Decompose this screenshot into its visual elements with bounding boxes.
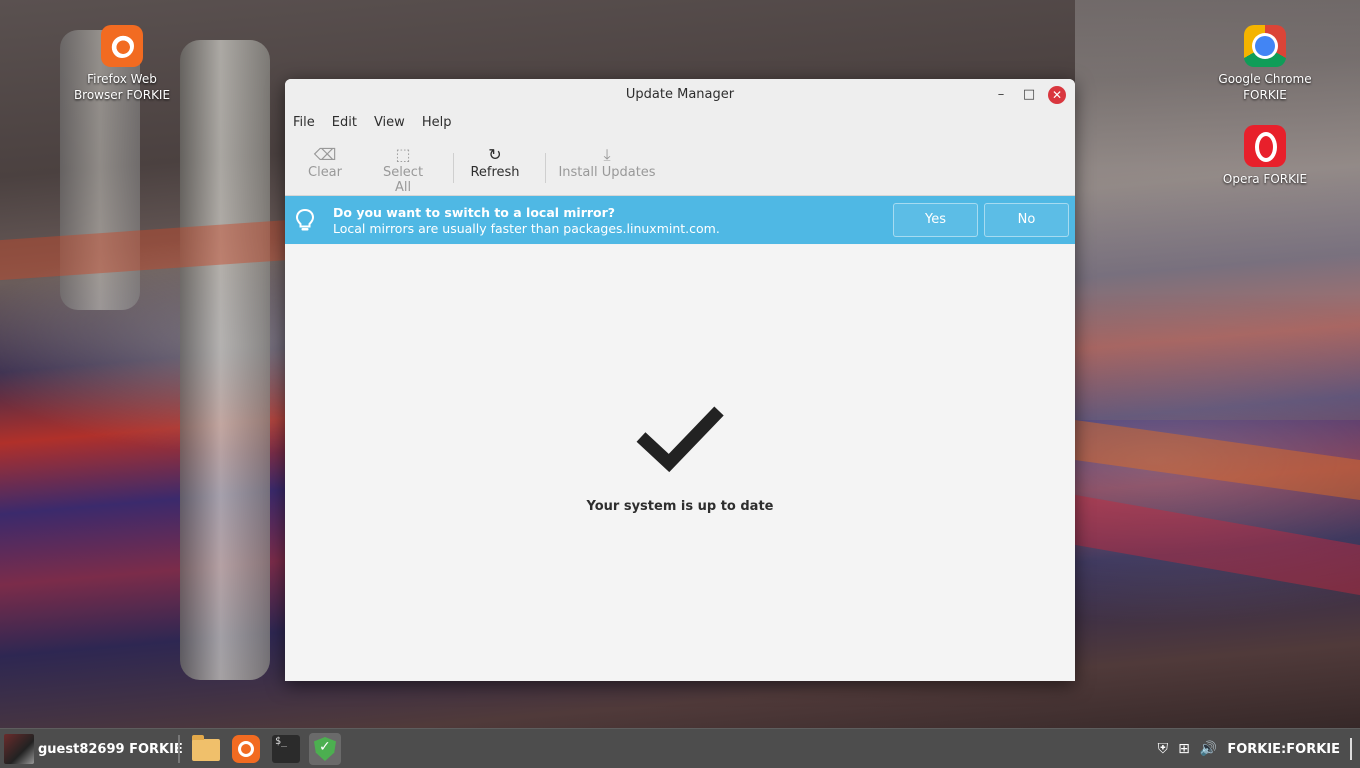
folder-icon (192, 735, 220, 761)
title-bar[interactable]: Update Manager – □ ✕ (285, 79, 1075, 111)
chrome-icon (1244, 25, 1286, 67)
desktop-icon-label: Opera FORKIE (1222, 172, 1308, 186)
select-all-button[interactable]: ⬚ Select All (373, 145, 433, 195)
lightbulb-icon (295, 208, 315, 231)
desktop-icon-label: Google Chrome FORKIE (1218, 72, 1312, 102)
menu-view[interactable]: View (374, 111, 412, 137)
minimize-button[interactable]: – (992, 86, 1010, 104)
clear-icon: ⌫ (313, 145, 337, 164)
firefox-icon (232, 735, 260, 763)
menu-file[interactable]: File (293, 111, 322, 137)
start-menu-button[interactable]: guest82699 FORKIE (4, 733, 183, 765)
volume-icon[interactable]: 🔊 (1200, 741, 1217, 757)
install-updates-label: Install Updates (558, 165, 656, 180)
select-all-icon: ⬚ (395, 145, 411, 164)
desktop-icon-firefox[interactable]: Firefox Web Browser FORKIE (62, 25, 182, 103)
refresh-icon: ↻ (488, 145, 502, 164)
status-message: Your system is up to date (586, 499, 774, 514)
close-button[interactable]: ✕ (1048, 86, 1066, 104)
select-all-label: Select All (382, 165, 424, 195)
toolbar-separator (545, 153, 546, 183)
terminal-launcher[interactable]: $_ (270, 733, 302, 765)
shield-icon (314, 737, 336, 761)
desktop-icon-opera[interactable]: Opera FORKIE (1205, 125, 1325, 187)
taskbar-separator (178, 735, 180, 763)
menu-help[interactable]: Help (422, 111, 459, 137)
show-desktop-button[interactable] (1350, 738, 1352, 760)
clear-label: Clear (308, 165, 342, 180)
menu-avatar-icon (4, 734, 34, 764)
clock[interactable]: FORKIE:FORKIE (1227, 742, 1340, 757)
wallpaper-shape (1075, 419, 1360, 501)
checkmark-icon (636, 406, 724, 473)
network-icon[interactable]: ⊞ (1178, 741, 1190, 757)
opera-icon (1244, 125, 1286, 167)
update-status-area: Your system is up to date (285, 245, 1075, 681)
firefox-launcher[interactable] (230, 733, 262, 765)
files-launcher[interactable] (190, 733, 222, 765)
start-menu-label: guest82699 FORKIE (38, 741, 183, 757)
update-manager-window: Update Manager – □ ✕ File Edit View Help… (285, 79, 1075, 681)
menu-bar: File Edit View Help (285, 111, 1075, 137)
wallpaper-shape (180, 40, 270, 680)
shield-tray-icon[interactable]: ⛨ (1158, 741, 1169, 757)
maximize-button[interactable]: □ (1020, 86, 1038, 104)
infobar-question: Do you want to switch to a local mirror? (333, 205, 616, 220)
infobar-detail: Local mirrors are usually faster than pa… (333, 221, 720, 236)
update-manager-taskbar-button[interactable] (309, 733, 341, 765)
toolbar-separator (453, 153, 454, 183)
system-tray: ⛨ ⊞ 🔊 FORKIE:FORKIE (1158, 729, 1352, 768)
local-mirror-infobar: Do you want to switch to a local mirror?… (285, 196, 1075, 244)
desktop-icon-label: Firefox Web Browser FORKIE (73, 72, 171, 102)
firefox-icon (101, 25, 143, 67)
clear-button[interactable]: ⌫ Clear (305, 145, 345, 180)
desktop-icon-chrome[interactable]: Google Chrome FORKIE (1205, 25, 1325, 103)
no-button[interactable]: No (984, 203, 1069, 237)
yes-button[interactable]: Yes (893, 203, 978, 237)
terminal-icon: $_ (272, 735, 300, 763)
refresh-label: Refresh (470, 165, 520, 180)
taskbar: guest82699 FORKIE $_ ⛨ ⊞ 🔊 FORKIE:FORKIE (0, 728, 1360, 768)
refresh-button[interactable]: ↻ Refresh (470, 145, 520, 180)
window-title: Update Manager (625, 87, 735, 102)
install-updates-button[interactable]: ⤓ Install Updates (557, 145, 657, 180)
toolbar: ⌫ Clear ⬚ Select All ↻ Refresh ⤓ Install… (285, 137, 1075, 196)
menu-edit[interactable]: Edit (332, 111, 364, 137)
wallpaper-shape (1075, 494, 1360, 596)
download-icon: ⤓ (603, 145, 611, 164)
